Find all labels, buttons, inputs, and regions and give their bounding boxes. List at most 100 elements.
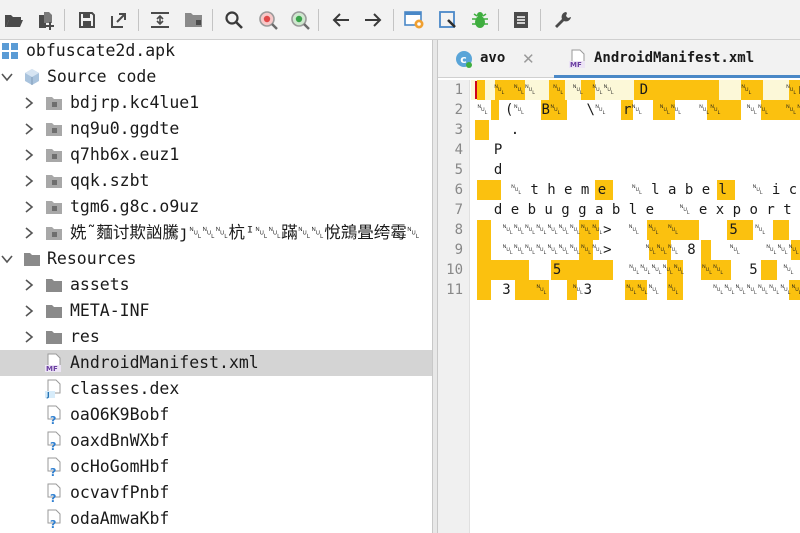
tree-root-apk[interactable]: obfuscate2d.apk <box>0 40 432 64</box>
code-line: . <box>471 120 800 140</box>
tree-label: ocvavfPnbf <box>70 483 170 502</box>
line-number: 11 <box>446 282 463 298</box>
code-line: 5 ␀␀␀␀␀ ␀␀ 5 ␀ @ <box>471 260 800 280</box>
tab-badge: MF <box>570 61 582 69</box>
line-number: 5 <box>454 162 463 178</box>
dex-file-icon: J <box>44 379 64 399</box>
find-class-icon[interactable] <box>256 8 280 32</box>
sync-tree-icon[interactable] <box>148 8 172 32</box>
line-number: 1 <box>454 82 463 98</box>
tree-package[interactable]: q7hb6x.euz1 <box>0 142 432 168</box>
unknown-file-icon: ? <box>44 431 64 451</box>
tree-package[interactable]: tgm6.g8c.o9uz <box>0 194 432 220</box>
flatten-packages-icon[interactable] <box>182 8 206 32</box>
chevron-right-icon[interactable] <box>22 116 36 142</box>
file-badge: ? <box>50 466 56 477</box>
resources-folder-icon <box>22 249 42 269</box>
file-badge: J <box>46 391 50 399</box>
quark-engine-icon[interactable] <box>403 8 427 32</box>
tree-label: Source code <box>47 67 157 86</box>
tree-root-label: obfuscate2d.apk <box>26 41 176 60</box>
tree-node-source-code[interactable]: Source code <box>0 64 432 90</box>
unknown-file-icon: ? <box>44 457 64 477</box>
package-icon <box>44 223 64 243</box>
forward-icon[interactable] <box>361 8 385 32</box>
preferences-icon[interactable] <box>551 8 575 32</box>
export-icon[interactable] <box>107 8 131 32</box>
code-line: P <box>471 140 800 160</box>
code-text: 5 ␀␀␀␀␀ ␀␀ 5 ␀ @ <box>477 262 800 278</box>
chevron-right-icon[interactable] <box>22 298 36 324</box>
tree-file[interactable]: ? oaO6K9Bobf <box>0 402 432 428</box>
tab-avo[interactable]: c avo ✕ <box>438 40 548 78</box>
line-number: 4 <box>454 142 463 158</box>
package-icon <box>44 145 64 165</box>
chevron-right-icon[interactable] <box>22 272 36 298</box>
tree-file[interactable]: ? odaAmwaKbf <box>0 506 432 532</box>
code-line: ␀␀␀␀␀␀␀␀␀> ␀ ␀ ␀ 5 ␀ ) <box>471 220 800 240</box>
chevron-right-icon[interactable] <box>22 168 36 194</box>
unknown-file-icon: ? <box>44 405 64 425</box>
chevron-right-icon[interactable] <box>22 194 36 220</box>
chevron-right-icon[interactable] <box>22 142 36 168</box>
tree-package[interactable]: qqk.szbt <box>0 168 432 194</box>
tree-package[interactable]: nq9u0.ggdte <box>0 116 432 142</box>
tree-label: META-INF <box>70 301 150 320</box>
chevron-right-icon[interactable] <box>22 90 36 116</box>
code-area[interactable]: ␀ ␀␀ ␀ ␀ ␀␀ D ␀ ␀r␀ ␀ (␀ B␀ \␀ r␀ ␀␀ ␀␀ … <box>471 80 800 533</box>
tree-package[interactable]: bdjrp.kc4lue1 <box>0 90 432 116</box>
chevron-down-icon[interactable] <box>0 246 14 272</box>
folder-icon <box>44 327 64 347</box>
code-text: 3 ␀ ␀3 ␀␀␀ ␀ ␀␀␀␀␀␀␀␀8 <box>477 282 800 298</box>
tree-folder[interactable]: res <box>0 324 432 350</box>
close-icon[interactable]: ✕ <box>522 49 535 69</box>
code-text: ␀ (␀ B␀ \␀ r␀ ␀␀ ␀␀ ␀␀ ␀␀ ␀␀ <box>477 102 800 118</box>
unknown-file-icon: ? <box>44 509 64 529</box>
find-usage-icon[interactable] <box>288 8 312 32</box>
code-text: ␀␀␀␀␀␀␀␀␀> ␀␀␀ 8 ␀ ␀␀␀␀␀␀␀␀␀> <box>502 242 800 258</box>
chevron-right-icon[interactable] <box>22 324 36 350</box>
editor-tab-bar: c avo ✕ MF AndroidManifest.xml <box>438 40 800 78</box>
tab-androidmanifest[interactable]: MF AndroidManifest.xml <box>554 40 800 78</box>
tree-label: oaO6K9Bobf <box>70 405 170 424</box>
tree-label: oaxdBnWXbf <box>70 431 170 450</box>
tree-file[interactable]: ? ocHoGomHbf <box>0 454 432 480</box>
debugger-icon[interactable] <box>468 8 492 32</box>
tab-badge: c <box>460 53 467 66</box>
chevron-down-icon[interactable] <box>0 64 14 90</box>
code-text: d e b u g g a b l e ␀ e x p o r t <box>477 202 792 218</box>
line-number: 2 <box>454 102 463 118</box>
tree-package[interactable]: 姺˜麵讨欺訩騰ȷ␀␀␀杭ᴵ␀␀蹣␀␀悅鵍畳绔霉␀ <box>0 220 432 246</box>
chevron-right-icon[interactable] <box>22 220 36 246</box>
tree-label: AndroidManifest.xml <box>70 353 259 372</box>
code-text: ␀ ␀␀ ␀ ␀ ␀␀ D ␀ ␀r␀ <box>477 82 800 98</box>
tree-folder[interactable]: META-INF <box>0 298 432 324</box>
tree-file-selected[interactable]: MF AndroidManifest.xml <box>0 350 432 376</box>
tree-label: classes.dex <box>70 379 180 398</box>
open-file-icon[interactable] <box>2 8 26 32</box>
tree-label: odaAmwaKbf <box>70 509 170 528</box>
save-all-icon[interactable] <box>75 8 99 32</box>
add-files-icon[interactable] <box>34 8 58 32</box>
tree-label: nq9u0.ggdte <box>70 119 180 138</box>
manifest-file-icon: MF <box>568 49 588 69</box>
unknown-file-icon: ? <box>44 483 64 503</box>
code-text: ␀ t h e m e ␀ l a b e l ␀ i c o <box>477 182 800 198</box>
apk-icon <box>0 41 20 61</box>
line-number: 10 <box>446 262 463 278</box>
tree-folder[interactable]: assets <box>0 272 432 298</box>
search-icon[interactable] <box>222 8 246 32</box>
log-viewer-icon[interactable] <box>509 8 533 32</box>
package-icon <box>44 197 64 217</box>
tree-file[interactable]: J classes.dex <box>0 376 432 402</box>
tree-label: bdjrp.kc4lue1 <box>70 93 200 112</box>
tree-file[interactable]: ? ocvavfPnbf <box>0 480 432 506</box>
tree-node-resources[interactable]: Resources <box>0 246 432 272</box>
manifest-file-icon: MF <box>44 353 64 373</box>
code-text: . <box>477 122 520 138</box>
tree-file[interactable]: ? oaxdBnWXbf <box>0 428 432 454</box>
project-tree: obfuscate2d.apk Source code bdjrp.kc4lue… <box>0 40 432 533</box>
deobfuscation-icon[interactable] <box>436 8 460 32</box>
back-icon[interactable] <box>329 8 353 32</box>
package-icon <box>44 171 64 191</box>
